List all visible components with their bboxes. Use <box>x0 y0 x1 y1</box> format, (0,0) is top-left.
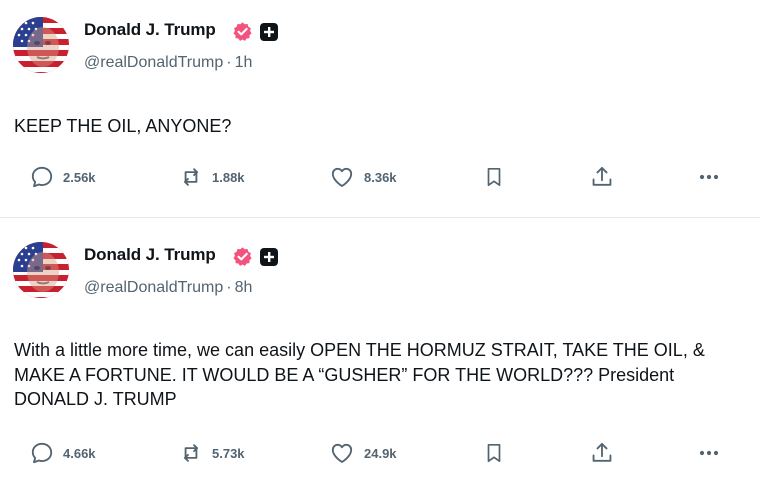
post-item[interactable]: Donald J. Trump @realDonaldTrump · 1h KEEP… <box>0 0 760 218</box>
heart-icon <box>331 167 353 187</box>
reply-count: 2.56k <box>63 169 96 185</box>
separator: · <box>226 279 232 296</box>
reply-button[interactable]: 2.56k <box>29 161 96 193</box>
plus-badge-icon <box>260 248 278 266</box>
action-bar: 2.56k 1.88k 8.36k <box>0 161 760 193</box>
bookmark-button[interactable] <box>482 437 506 469</box>
more-button[interactable] <box>694 437 724 469</box>
share-button[interactable] <box>589 161 615 193</box>
post-item[interactable]: Donald J. Trump @realDonaldTrump · 8h With… <box>0 218 760 491</box>
repost-icon <box>184 168 198 186</box>
timestamp[interactable]: 8h <box>235 279 253 296</box>
display-name[interactable]: Donald J. Trump <box>84 245 216 265</box>
reply-icon <box>31 166 53 188</box>
bookmark-icon <box>487 443 501 463</box>
handle-line: @realDonaldTrump · 8h <box>84 279 252 297</box>
display-name[interactable]: Donald J. Trump <box>84 20 216 40</box>
bookmark-button[interactable] <box>482 161 506 193</box>
like-count: 24.9k <box>364 445 397 461</box>
flag-face-avatar-icon <box>13 242 69 298</box>
post-text: With a little more time, we can easily O… <box>14 340 705 409</box>
repost-icon <box>184 444 198 462</box>
like-button[interactable]: 24.9k <box>328 437 397 469</box>
share-button[interactable] <box>589 437 615 469</box>
reply-button[interactable]: 4.66k <box>29 437 96 469</box>
more-dots-icon <box>699 174 719 180</box>
reply-count: 4.66k <box>63 445 96 461</box>
share-icon <box>592 442 612 462</box>
like-button[interactable]: 8.36k <box>328 161 397 193</box>
repost-button[interactable]: 5.73k <box>178 437 245 469</box>
repost-count: 1.88k <box>212 169 245 185</box>
feed: Donald J. Trump @realDonaldTrump · 1h KEEP… <box>0 0 760 491</box>
avatar[interactable] <box>13 242 69 298</box>
handle-line: @realDonaldTrump · 1h <box>84 54 252 72</box>
share-icon <box>592 166 612 186</box>
avatar[interactable] <box>13 17 69 73</box>
verified-badge-icon <box>233 22 252 41</box>
more-button[interactable] <box>694 161 724 193</box>
heart-icon <box>331 443 353 463</box>
repost-button[interactable]: 1.88k <box>178 161 245 193</box>
timestamp[interactable]: 1h <box>235 54 253 71</box>
action-bar: 4.66k 5.73k 24.9k <box>0 437 760 469</box>
like-count: 8.36k <box>364 169 397 185</box>
handle[interactable]: @realDonaldTrump <box>84 54 223 71</box>
separator: · <box>226 54 232 71</box>
more-dots-icon <box>699 450 719 456</box>
verified-badge-icon <box>233 247 252 266</box>
handle[interactable]: @realDonaldTrump <box>84 279 223 296</box>
bookmark-icon <box>487 167 501 187</box>
post-text: KEEP THE OIL, ANYONE? <box>14 116 232 136</box>
plus-badge-icon <box>260 23 278 41</box>
flag-face-avatar-icon <box>13 17 69 73</box>
reply-icon <box>31 442 53 464</box>
repost-count: 5.73k <box>212 445 245 461</box>
